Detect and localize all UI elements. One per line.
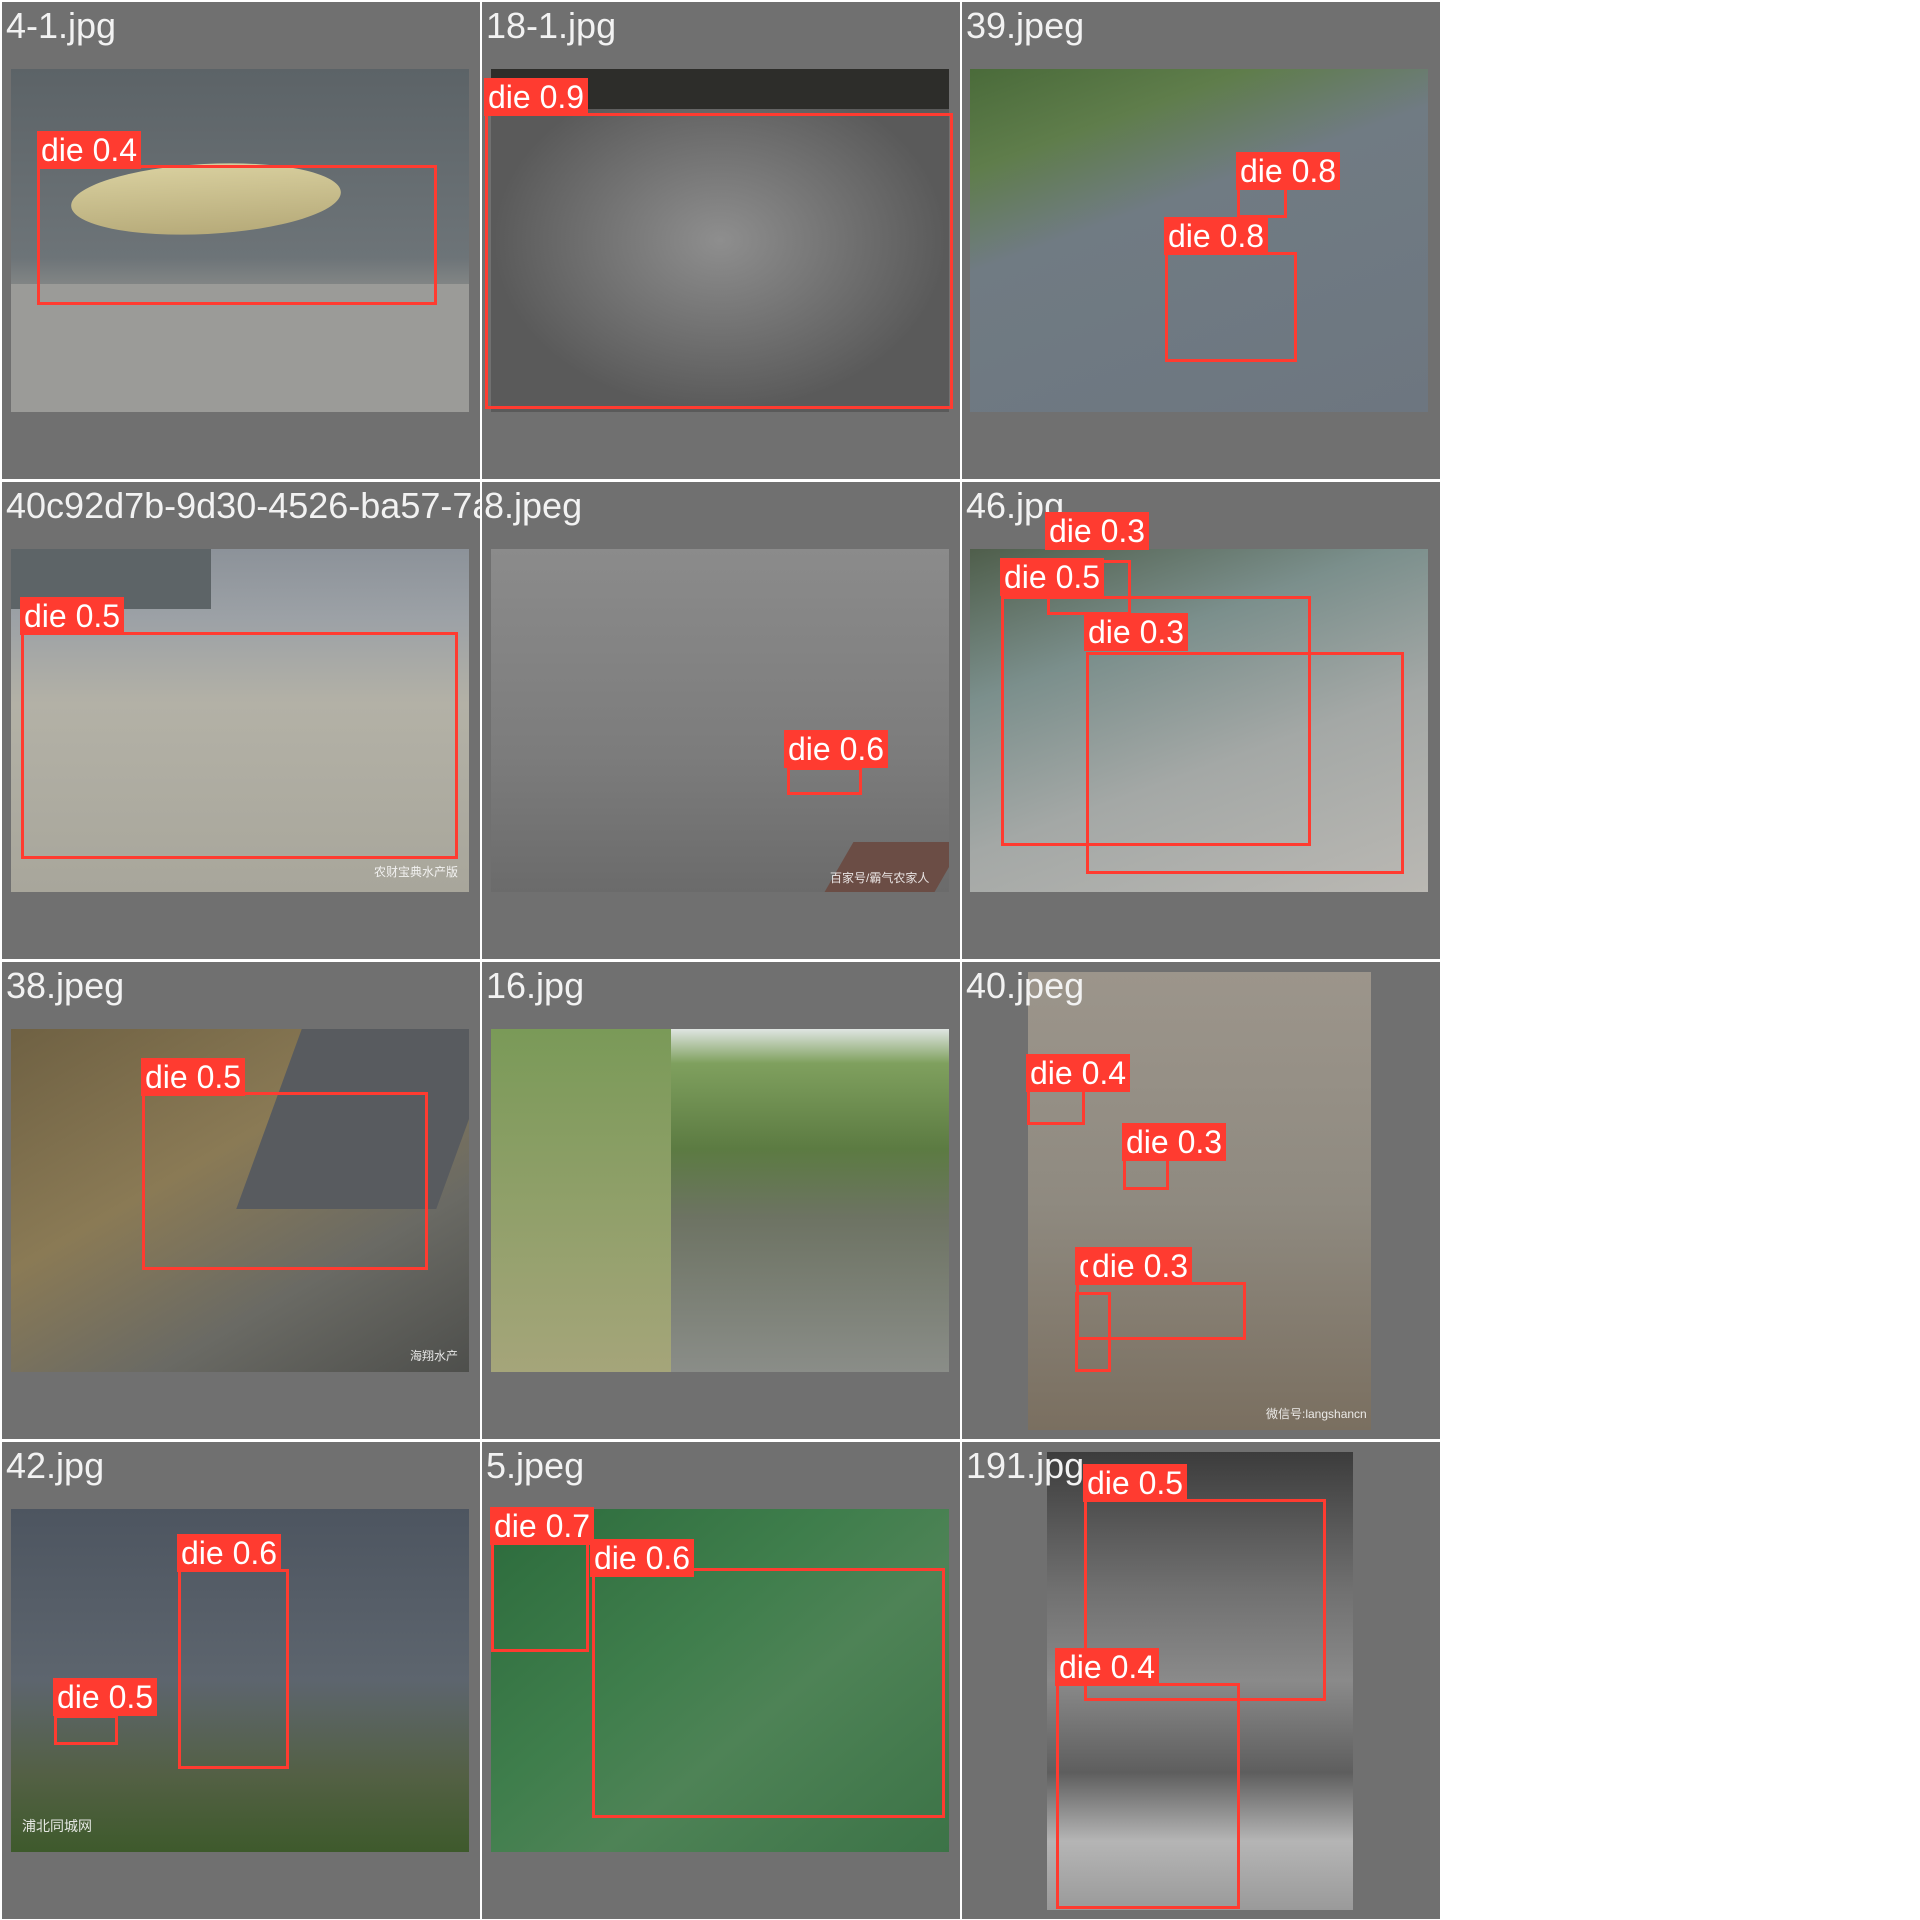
fish-photo xyxy=(491,1029,949,1372)
tile-8[interactable]: 8.jpeg 百家号/霸气农家人 die 0.6 xyxy=(482,482,960,959)
watermark: 农财宝典水产版 xyxy=(374,865,459,879)
fish-photo xyxy=(491,549,949,892)
bounding-box xyxy=(1123,1158,1169,1190)
bounding-box xyxy=(142,1092,428,1270)
detection-label: die 0.9 xyxy=(484,78,589,116)
detection-label: die 0.8 xyxy=(1236,152,1341,190)
detection-label: die 0.3 xyxy=(1045,512,1150,550)
detection-label: die 0.3 xyxy=(1084,613,1189,651)
tile-5[interactable]: 5.jpeg die 0.7 die 0.6 xyxy=(482,1442,960,1919)
bounding-box xyxy=(485,113,953,409)
watermark: 海翔水产 xyxy=(410,1349,459,1363)
detection-label: die 0.5 xyxy=(20,597,125,635)
bounding-box xyxy=(1075,1292,1111,1372)
detection-label: die 0.8 xyxy=(1164,217,1269,255)
tile-filename: 16.jpg xyxy=(486,965,585,1006)
detection-grid: 4-1.jpg die 0.4 18-1.jpg die 0.9 39.jpeg… xyxy=(0,0,1440,1919)
bounding-box xyxy=(178,1569,289,1769)
bounding-box xyxy=(21,632,458,859)
tile-42[interactable]: 42.jpg 浦北同城网 die 0.6 die 0.5 xyxy=(2,1442,480,1919)
detection-label: die 0.3 xyxy=(1088,1247,1193,1285)
tile-filename: 18-1.jpg xyxy=(486,5,617,46)
bounding-box xyxy=(491,1542,589,1652)
tile-40c92d7b[interactable]: 40c92d7b-9d30-4526-ba57-7a2ddefb6ae9.jpe… xyxy=(2,482,480,959)
tile-38[interactable]: 38.jpeg 海翔水产 die 0.5 xyxy=(2,962,480,1439)
bounding-box xyxy=(1056,1683,1240,1909)
detection-label: die 0.4 xyxy=(37,131,142,169)
tile-16[interactable]: 16.jpg xyxy=(482,962,960,1439)
detection-label: die 0.6 xyxy=(784,730,889,768)
bounding-box xyxy=(1086,652,1404,874)
bounding-box xyxy=(54,1715,118,1745)
tile-40[interactable]: 40.jpeg 微信号:langshancn die 0.4 die 0.3 c… xyxy=(962,962,1440,1439)
tile-4-1[interactable]: 4-1.jpg die 0.4 xyxy=(2,2,480,479)
detection-label: die 0.3 xyxy=(1122,1123,1227,1161)
detection-label: die 0.5 xyxy=(53,1678,158,1716)
bounding-box xyxy=(787,767,862,795)
detection-label: die 0.4 xyxy=(1055,1648,1160,1686)
tile-46[interactable]: 46.jpg die 0.3 die 0.5 die 0.3 xyxy=(962,482,1440,959)
bounding-box xyxy=(1165,252,1297,362)
watermark: 微信号:langshancn xyxy=(1266,1407,1367,1421)
watermark: 浦北同城网 xyxy=(22,1818,92,1834)
tile-filename: 5.jpeg xyxy=(486,1445,585,1486)
detection-label: die 0.6 xyxy=(590,1539,695,1577)
tile-filename: 4-1.jpg xyxy=(6,5,117,46)
tile-filename: 42.jpg xyxy=(6,1445,105,1486)
tile-filename: 40c92d7b-9d30-4526-ba57-7a2ddefb6ae9.jpe xyxy=(6,485,480,526)
tile-filename: 39.jpeg xyxy=(966,5,1085,46)
tile-filename-overlay: 8.jpeg xyxy=(484,485,583,526)
bounding-box xyxy=(1027,1089,1085,1125)
detection-label: die 0.4 xyxy=(1026,1054,1131,1092)
tile-39[interactable]: 39.jpeg die 0.8 die 0.8 xyxy=(962,2,1440,479)
watermark: 百家号/霸气农家人 xyxy=(830,871,930,885)
detection-label: die 0.5 xyxy=(1083,1464,1188,1502)
tile-191[interactable]: 191.jpg die 0.5 die 0.4 xyxy=(962,1442,1440,1919)
detection-label: die 0.5 xyxy=(1000,558,1105,596)
tile-18-1[interactable]: 18-1.jpg die 0.9 xyxy=(482,2,960,479)
detection-label: die 0.5 xyxy=(141,1058,246,1096)
tile-filename: 191.jpg xyxy=(966,1445,1085,1486)
detection-label: die 0.7 xyxy=(490,1507,595,1545)
tile-filename: 38.jpeg xyxy=(6,965,125,1006)
tile-filename: 40.jpeg xyxy=(966,965,1085,1006)
detection-label: die 0.6 xyxy=(177,1534,282,1572)
bounding-box xyxy=(592,1568,945,1818)
bounding-box xyxy=(37,165,437,305)
